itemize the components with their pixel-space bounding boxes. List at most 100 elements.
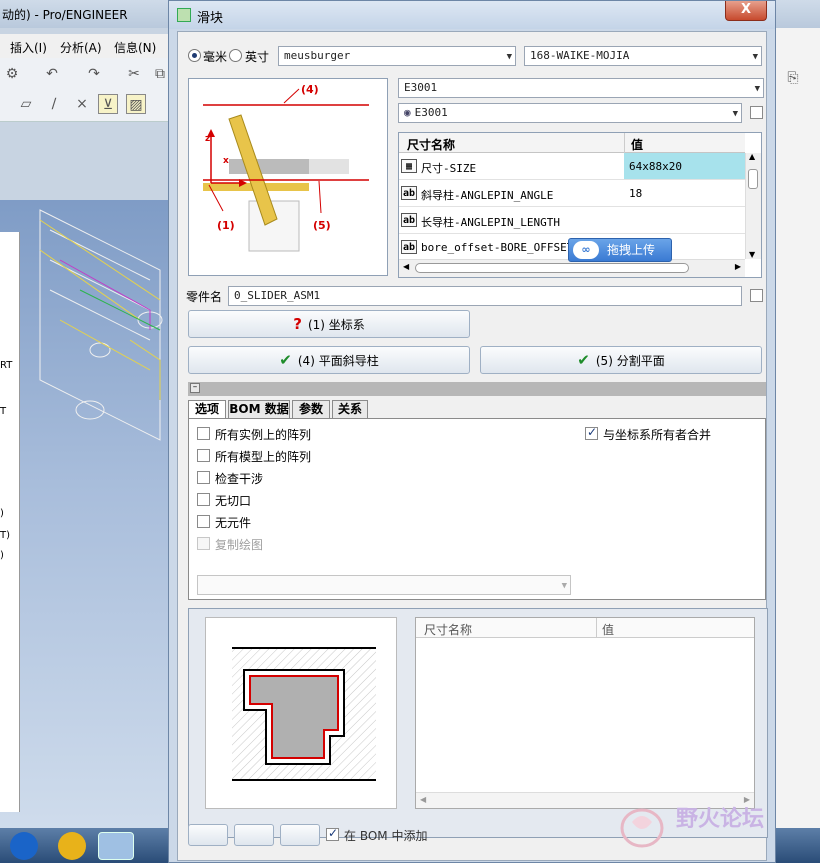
col-name-header: 尺寸名称 <box>424 623 473 637</box>
merge-label: 与坐标系所有者合并 <box>603 428 712 442</box>
row-name: 尺寸-SIZE <box>421 162 477 175</box>
app-toolbar: ⚙ ↶ ↷ ✂ ⧉ ▱ ∕ × ⊻ ▨ <box>0 58 168 122</box>
bottom-button[interactable] <box>188 824 228 846</box>
dialog-title: 滑块 <box>197 11 224 26</box>
angle-pin-button[interactable]: ✔ (4) 平面斜导柱 <box>188 346 470 374</box>
tree-item[interactable]: ) <box>0 550 4 561</box>
type-select[interactable]: E3001 ▼ <box>398 78 764 98</box>
table-row[interactable]: ▦ 尺寸-SIZE 64x88x20 <box>399 153 745 180</box>
csys-button[interactable]: ? (1) 坐标系 <box>188 310 470 338</box>
option-label: 所有模型上的阵列 <box>215 450 312 464</box>
size-checkbox[interactable] <box>750 106 763 119</box>
size-select[interactable]: ◉ E3001 ▼ <box>398 103 742 123</box>
option-checkbox[interactable] <box>197 427 210 440</box>
point-display-icon[interactable]: × <box>72 94 92 114</box>
copy-icon[interactable]: ⧉ <box>150 64 170 84</box>
split-plane-button[interactable]: ✔ (5) 分割平面 <box>480 346 762 374</box>
supplier-select[interactable]: meusburger ▼ <box>278 46 516 66</box>
tab-bom-data[interactable]: BOM 数据 <box>228 400 290 418</box>
profile-preview-image <box>205 617 397 809</box>
regen-icon[interactable]: ⚙ <box>2 64 22 84</box>
forum-watermark: 野火论坛 <box>612 800 820 860</box>
tab-params[interactable]: 参数 <box>292 400 330 418</box>
angle-pin-label: (4) 平面斜导柱 <box>297 354 379 368</box>
tool-icon[interactable]: ⎘ <box>783 68 803 88</box>
option-label: 检查干涉 <box>215 472 264 486</box>
tree-item[interactable]: T <box>0 406 6 417</box>
table-row[interactable]: ab 长导柱-ANGLEPIN_LENGTH <box>399 207 745 234</box>
start-icon[interactable] <box>10 832 38 860</box>
check-icon: ✔ <box>279 351 292 369</box>
app-title: 动的) - Pro/ENGINEER <box>2 8 128 22</box>
dialog-body: 毫米 英寸 meusburger ▼ 168-WAIKE-MOJIA ▼ z x… <box>177 31 768 861</box>
part-name-value: 0_SLIDER_ASM1 <box>234 289 321 302</box>
menu-info[interactable]: 信息(N) <box>114 39 156 56</box>
chevron-down-icon: ▼ <box>754 84 760 94</box>
option-checkbox[interactable] <box>197 515 210 528</box>
table-vscrollbar[interactable]: ▲ ▼ <box>745 152 761 259</box>
tree-item[interactable]: ) <box>0 508 4 519</box>
row-name: 长导柱-ANGLEPIN_LENGTH <box>421 216 560 229</box>
annotation-display-icon[interactable]: ▨ <box>126 94 146 114</box>
table-row[interactable]: ab 斜导柱-ANGLEPIN_ANGLE 18 <box>399 180 745 207</box>
callout-4: (4) <box>301 83 319 96</box>
bottom-button[interactable] <box>234 824 274 846</box>
options-select[interactable]: ▼ <box>197 575 571 595</box>
model-viewport[interactable] <box>0 200 168 830</box>
bottom-button[interactable] <box>280 824 320 846</box>
row-name: bore_offset-BORE_OFFSET <box>421 241 574 254</box>
undo-icon[interactable]: ↶ <box>42 64 62 84</box>
row-value[interactable]: 18 <box>629 187 642 200</box>
menu-insert[interactable]: 插入(I) <box>10 39 47 56</box>
proe-task-icon[interactable] <box>98 832 134 860</box>
menu-analysis[interactable]: 分析(A) <box>60 39 102 56</box>
redo-icon[interactable]: ↷ <box>84 64 104 84</box>
split-plane-label: (5) 分割平面 <box>595 354 665 368</box>
cut-icon[interactable]: ✂ <box>124 64 144 84</box>
tab-relations[interactable]: 关系 <box>332 400 368 418</box>
app-right-toolbar: ⎘ <box>775 28 820 828</box>
tab-options[interactable]: 选项 <box>188 400 226 419</box>
drag-upload-label: 拖拽上传 <box>607 243 656 257</box>
catalog-value: 168-WAIKE-MOJIA <box>530 49 630 62</box>
model-tree-panel[interactable]: RT T ) T) ) <box>0 232 20 812</box>
option-label: 无切口 <box>215 494 252 508</box>
slider-preview-image: z x (4) (1) (5) <box>188 78 388 276</box>
app-icon[interactable] <box>58 832 86 860</box>
close-button[interactable]: X <box>725 1 767 21</box>
options-panel: 所有实例上的阵列 所有模型上的阵列 检查干涉 无切口 无元件 复制绘图 与坐标系… <box>188 418 766 600</box>
tree-item[interactable]: RT <box>0 360 12 371</box>
radio-inch[interactable] <box>229 49 242 62</box>
slider-dialog: 滑块 X 毫米 英寸 meusburger ▼ 168-WAIKE-MOJIA … <box>168 0 776 863</box>
col-value-header: 值 <box>631 138 644 152</box>
option-checkbox[interactable] <box>197 471 210 484</box>
option-checkbox[interactable] <box>197 449 210 462</box>
catalog-select[interactable]: 168-WAIKE-MOJIA ▼ <box>524 46 762 66</box>
type-value: E3001 <box>404 81 438 94</box>
col-value-header: 值 <box>602 623 615 637</box>
add-to-bom-checkbox[interactable] <box>326 826 339 841</box>
row-value[interactable]: 64x88x20 <box>629 160 682 173</box>
option-checkbox[interactable] <box>197 493 210 506</box>
part-name-input[interactable]: 0_SLIDER_ASM1 <box>228 286 742 306</box>
tree-item[interactable]: T) <box>0 530 10 541</box>
collapse-icon[interactable]: – <box>190 383 200 393</box>
chevron-down-icon: ▼ <box>752 52 758 62</box>
axis-display-icon[interactable]: ∕ <box>44 94 64 114</box>
collapse-bar[interactable]: – <box>188 382 766 396</box>
plane-display-icon[interactable]: ▱ <box>16 94 36 114</box>
dialog-title-bar[interactable]: 滑块 X <box>169 1 775 29</box>
size-value: E3001 <box>414 106 448 119</box>
row-name: 斜导柱-ANGLEPIN_ANGLE <box>421 189 554 202</box>
radio-mm-label: 毫米 <box>203 50 228 64</box>
drag-upload-button[interactable]: ∞ 拖拽上传 <box>568 238 672 262</box>
part-name-checkbox[interactable] <box>750 289 763 302</box>
grid-icon: ▦ <box>401 159 417 173</box>
radio-mm[interactable] <box>188 49 201 62</box>
csys-display-icon[interactable]: ⊻ <box>98 94 118 114</box>
axis-z-label: z <box>205 134 210 144</box>
merge-checkbox[interactable] <box>585 425 598 440</box>
axis-x-label: x <box>223 156 229 166</box>
question-icon: ? <box>293 315 302 333</box>
ab-icon: ab <box>401 240 417 254</box>
